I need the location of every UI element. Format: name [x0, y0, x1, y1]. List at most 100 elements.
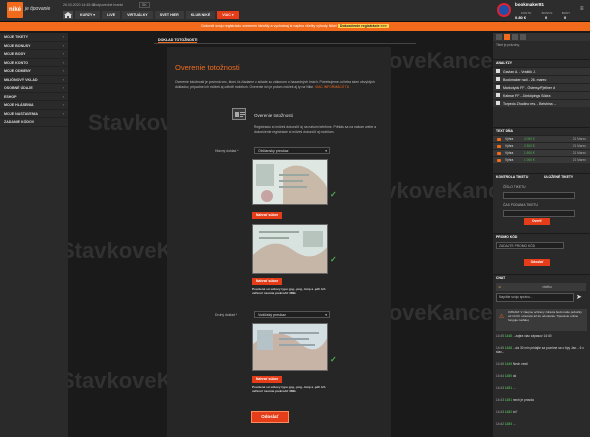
responsible-gaming-link[interactable]: Zodpovedné hranie [93, 3, 123, 7]
nav-live[interactable]: LIVE [102, 11, 121, 19]
settings-icon[interactable] [520, 34, 526, 40]
sidebar-item-label: MOJE BODY [4, 52, 26, 56]
doc2-select[interactable]: Vodičský preukaz ▾ [254, 311, 330, 318]
sidebar-item-moje-tikety[interactable]: MOJE TIKETY › [0, 33, 68, 42]
sidebar-item-osobne-udaje[interactable]: OSOBNÉ ÚDAJE › [0, 84, 68, 93]
doc2-upload-button[interactable]: Nahrať súbor [252, 376, 282, 383]
page-description: Overenie totožnosti je povinná vec, ktor… [175, 80, 385, 90]
submit-button[interactable]: Odoslať [251, 411, 289, 423]
brand-logo[interactable]: niké [7, 2, 23, 18]
banner-cta[interactable]: Dokončenie registrácie >>> [337, 24, 389, 28]
analysis-title: Kalmar FF - Jönköpings Södra [503, 94, 551, 98]
verification-banner: Dokonči svoju registráciu overením ident… [0, 22, 590, 31]
chat-time: 14:43 [496, 386, 504, 390]
analysis-item[interactable]: Torpedo Zhodino res. - Belshina ... [493, 99, 590, 107]
more-info-link[interactable]: VIAC INFORMÁCIÍ TU [315, 85, 349, 89]
tips-list: Výhra 4 050 €21 Marec Výhra 2 500 €21 Mare… [493, 135, 590, 163]
chat-user[interactable]: 1448 [505, 334, 512, 338]
analysis-item[interactable]: Markotyds FF - Östersy/Fjellner d [493, 83, 590, 91]
ticket-type-icon[interactable] [512, 34, 518, 40]
ticket-number-input[interactable] [503, 192, 575, 199]
chat-time: 14:43 [496, 410, 504, 414]
sidebar-item-moje-odmeny[interactable]: MOJE ODMENY › [0, 67, 68, 76]
chat-message: 14:45 1448 ...da 30 min pridajte sa pozr… [493, 346, 590, 362]
analysis-item[interactable]: Kalmar FF - Jönköpings Södra [493, 91, 590, 99]
home-icon[interactable] [63, 11, 73, 19]
chat-toolbar: ☺ všetko [496, 283, 586, 291]
avatar[interactable] [497, 3, 511, 17]
chevron-right-icon: › [62, 85, 64, 90]
tip-item[interactable]: Výhra 4 050 €21 Marec [493, 135, 590, 142]
analysis-item[interactable]: Bookmaker radí - 26. marec [493, 75, 590, 83]
ticket-type-icon[interactable] [504, 34, 510, 40]
analysis-icon [496, 77, 500, 81]
username[interactable]: bookmaker81 [515, 2, 544, 7]
verify-ticket-button[interactable]: Overiť [524, 218, 550, 225]
sidebar-item-zadanie-kodov[interactable]: ZADANIE KÓDOV [0, 118, 68, 127]
language-select[interactable]: SK [139, 2, 150, 8]
sidebar-item-moje-konto[interactable]: MOJE KONTO › [0, 59, 68, 67]
tips-header: TEXT DŇA [493, 127, 590, 134]
ticket-time-label: ČAS PODANIA TIKETU [503, 203, 538, 207]
analysis-item[interactable]: Gavlan A. - Vraštík J. [493, 67, 590, 75]
ticket-number-label: ČÍSLO TIKETU [503, 185, 526, 189]
main-nav: KURZY ▾ LIVE VIRTUÁLKY SVET HIER KLUB NI… [63, 11, 239, 21]
tab-ulozene-tikety[interactable]: ULOŽENÉ TIKETY [541, 173, 590, 180]
sidebar-item-moje-body[interactable]: MOJE BODY › [0, 50, 68, 59]
chat-user[interactable]: 1452 [505, 410, 512, 414]
nav-viac[interactable]: VIAC ▾ [217, 11, 239, 19]
doc1-select[interactable]: Občiansky preukaz ▾ [254, 147, 330, 154]
menu-icon[interactable]: ≡ [580, 6, 584, 12]
ticket-icon [497, 159, 501, 162]
chat-text: ... [512, 386, 516, 390]
chat-user[interactable]: 1449 [505, 362, 512, 366]
chat-user[interactable]: 1453 [505, 422, 512, 426]
tip-item[interactable]: Výhra 1 606 €21 Marec [493, 149, 590, 156]
id-card-icon [232, 108, 246, 120]
promo-input[interactable]: ZADAJTE PROMO KÓD [496, 242, 564, 249]
doc2-select-value: Vodičský preukaz [258, 313, 286, 317]
left-sidebar: MOJE TIKETY › MOJE BONUSY › MOJE BODY › MOJ… [0, 33, 68, 437]
ticket-empty-text: Tiket je prázdny. [496, 43, 520, 47]
sidebar-item-moje-hlasenia[interactable]: MOJE HLÁSENIA › [0, 101, 68, 110]
nav-virtualky[interactable]: VIRTUÁLKY [122, 11, 153, 19]
tip-item[interactable]: Výhra 1 006 € 21 Marec [493, 156, 590, 163]
sidebar-item-milionovy-vklad[interactable]: MILIÓNOVÝ VKLAD › [0, 76, 68, 84]
chat-user-filter[interactable]: všetko [542, 285, 552, 289]
sidebar-item-moje-bonusy[interactable]: MOJE BONUSY › [0, 42, 68, 50]
analysis-icon [496, 85, 500, 89]
chat-text: nech je pravda [512, 398, 534, 402]
chat-input[interactable]: Napíšte svoju správu... [496, 293, 574, 302]
doc1-preview-front [252, 159, 328, 205]
tab-doklad-totoznosti[interactable]: DOKLAD TOTOŽNOSTI [158, 38, 198, 43]
send-icon[interactable]: ➤ [576, 293, 582, 301]
doc2-preview [252, 323, 328, 371]
chat-messages: 14:45 1448 ...zajtra viac zápasov 14:40 … [493, 334, 590, 432]
stat-value-bonus: 0 [545, 15, 548, 20]
chat-user[interactable]: 1448 [505, 346, 512, 350]
promo-submit-button[interactable]: Odoslať [524, 259, 550, 266]
chevron-down-icon: ▾ [325, 149, 327, 153]
tip-item[interactable]: Výhra 2 500 €21 Marec [493, 142, 590, 149]
chat-user[interactable]: 1451 [505, 386, 512, 390]
emoji-icon[interactable]: ☺ [498, 285, 501, 289]
ticket-time-input[interactable] [503, 210, 575, 217]
nav-svet-hier[interactable]: SVET HIER [154, 11, 184, 19]
analysis-icon [496, 101, 500, 105]
nav-kurzy[interactable]: KURZY ▾ [75, 11, 101, 19]
ticket-type-icon[interactable] [496, 34, 502, 40]
analyses-header: ANALÝZY [493, 59, 590, 66]
chat-user[interactable]: 1450 [505, 374, 512, 378]
doc1-upload-front-button[interactable]: Nahrať súbor [252, 212, 282, 219]
stat-value-body: 0 [564, 15, 567, 20]
chevron-right-icon: › [62, 68, 64, 73]
sidebar-item-moje-nastavenia[interactable]: MOJE NASTAVENIA › [0, 110, 68, 118]
doc1-upload-back-button[interactable]: Nahrať súbor [252, 278, 282, 285]
chat-message: 14:44 1450 ok [493, 374, 590, 386]
tab-kontrola-tiketu[interactable]: KONTROLA TIKETU [493, 173, 541, 180]
analysis-icon [496, 69, 500, 73]
chat-user[interactable]: 1451 [505, 398, 512, 402]
sidebar-item-eshop[interactable]: ESHOP › [0, 93, 68, 101]
chat-time: 14:45 [496, 334, 504, 338]
nav-klub-nike[interactable]: KLUB NIKÉ [185, 11, 216, 19]
